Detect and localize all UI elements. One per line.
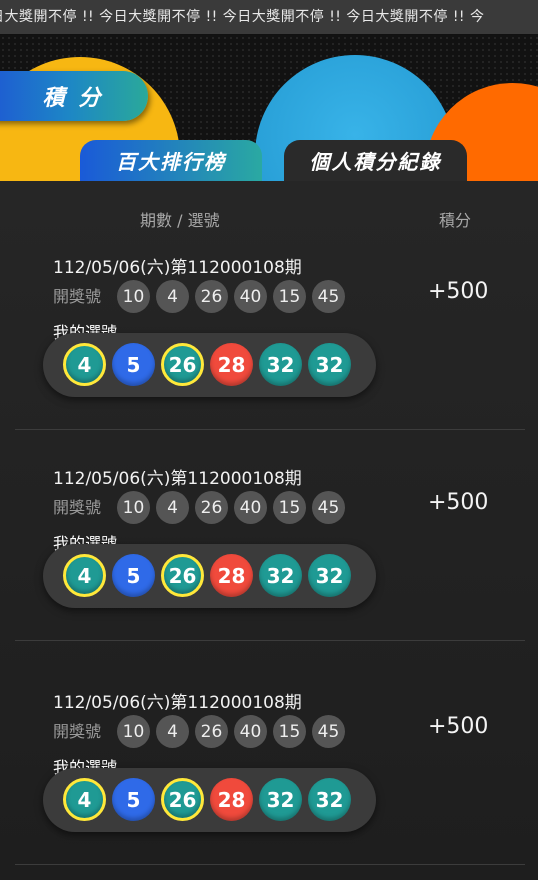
my-number-ball: 4 — [63, 778, 106, 821]
my-number-ball: 4 — [63, 343, 106, 386]
score-value: +500 — [428, 490, 489, 515]
draw-number-ball: 10 — [117, 715, 150, 748]
draw-number-ball: 40 — [234, 280, 267, 313]
draw-numbers: 10 4 26 40 15 45 — [117, 491, 345, 524]
marquee-banner: 日大獎開不停 !! 今日大獎開不停 !! 今日大獎開不停 !! 今日大獎開不停 … — [0, 0, 538, 35]
draw-number-ball: 4 — [156, 715, 189, 748]
my-number-ball: 5 — [112, 554, 155, 597]
my-number-ball: 32 — [308, 343, 351, 386]
record-list-panel: 期數 / 選號 積分 112/05/06(六)第112000108期 開獎號 10 4… — [0, 181, 538, 880]
my-number-ball: 26 — [161, 554, 204, 597]
draw-number-ball: 26 — [195, 280, 228, 313]
my-number-ball: 32 — [259, 778, 302, 821]
draw-numbers-label: 開獎號 — [53, 287, 102, 306]
draw-numbers-label: 開獎號 — [53, 498, 102, 517]
my-number-ball: 5 — [112, 778, 155, 821]
my-numbers: 4 5 26 28 32 32 — [63, 554, 351, 597]
draw-number-ball: 45 — [312, 280, 345, 313]
draw-number-ball: 45 — [312, 715, 345, 748]
my-number-ball: 28 — [210, 343, 253, 386]
draw-number-ball: 45 — [312, 491, 345, 524]
draw-number-ball: 15 — [273, 491, 306, 524]
draw-number-ball: 10 — [117, 280, 150, 313]
my-number-ball: 32 — [308, 554, 351, 597]
my-number-ball: 5 — [112, 343, 155, 386]
tab-personal-record[interactable]: 個人積分紀錄 — [284, 140, 467, 181]
draw-number-ball: 26 — [195, 715, 228, 748]
draw-number-ball: 15 — [273, 715, 306, 748]
my-number-ball: 32 — [308, 778, 351, 821]
draw-date-period: 112/05/06(六)第112000108期 — [53, 693, 302, 713]
record-divider — [15, 640, 525, 641]
draw-date-period: 112/05/06(六)第112000108期 — [53, 258, 302, 278]
my-number-ball: 28 — [210, 778, 253, 821]
my-numbers: 4 5 26 28 32 32 — [63, 778, 351, 821]
draw-numbers: 10 4 26 40 15 45 — [117, 280, 345, 313]
draw-number-ball: 4 — [156, 280, 189, 313]
score-value: +500 — [428, 279, 489, 304]
draw-date-period: 112/05/06(六)第112000108期 — [53, 469, 302, 489]
draw-numbers: 10 4 26 40 15 45 — [117, 715, 345, 748]
score-value: +500 — [428, 714, 489, 739]
my-number-ball: 4 — [63, 554, 106, 597]
my-number-ball: 32 — [259, 554, 302, 597]
draw-number-ball: 26 — [195, 491, 228, 524]
score-title-pill: 積 分 — [0, 71, 148, 121]
draw-number-ball: 4 — [156, 491, 189, 524]
column-header-draw: 期數 / 選號 — [140, 211, 220, 230]
draw-numbers-label: 開獎號 — [53, 722, 102, 741]
record-divider — [15, 429, 525, 430]
my-numbers: 4 5 26 28 32 32 — [63, 343, 351, 386]
my-number-ball: 32 — [259, 343, 302, 386]
draw-number-ball: 10 — [117, 491, 150, 524]
tab-top100-ranking[interactable]: 百大排行榜 — [80, 140, 262, 181]
marquee-text: 日大獎開不停 !! 今日大獎開不停 !! 今日大獎開不停 !! 今日大獎開不停 … — [0, 9, 485, 25]
my-number-ball: 26 — [161, 778, 204, 821]
my-number-ball: 28 — [210, 554, 253, 597]
record-divider — [15, 864, 525, 865]
draw-number-ball: 40 — [234, 715, 267, 748]
draw-number-ball: 40 — [234, 491, 267, 524]
page-header: 積 分 百大排行榜 個人積分紀錄 — [0, 35, 538, 181]
column-header-score: 積分 — [439, 211, 472, 230]
my-number-ball: 26 — [161, 343, 204, 386]
draw-number-ball: 15 — [273, 280, 306, 313]
